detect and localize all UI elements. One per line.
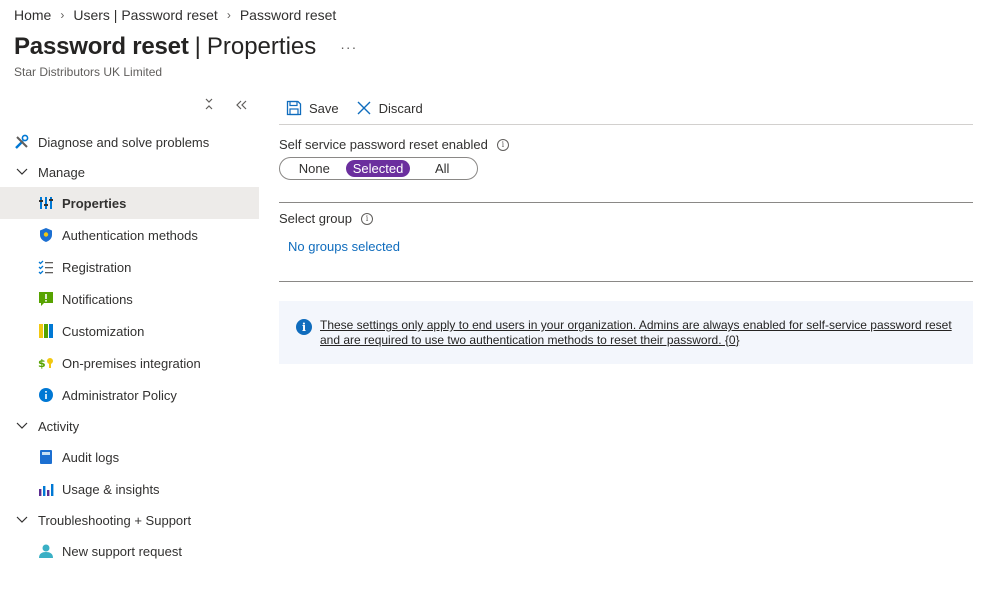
divider: [279, 281, 973, 282]
sidebar-controls: [204, 98, 248, 113]
sspr-label-text: Self service password reset enabled: [279, 137, 488, 152]
sidebar-item-label: On-premises integration: [62, 355, 201, 371]
sidebar-item-label: New support request: [62, 543, 182, 559]
notification-icon: [38, 291, 54, 307]
select-group-label-text: Select group: [279, 211, 352, 226]
info-banner: i These settings only apply to end users…: [279, 301, 973, 364]
sspr-option-none[interactable]: None: [283, 160, 346, 177]
sidebar-nav: Diagnose and solve problems Manage Prope…: [0, 127, 259, 567]
page-title: Password reset | Properties ···: [14, 33, 357, 61]
info-icon: i: [296, 319, 312, 335]
sspr-enabled-label: Self service password reset enabled i: [279, 137, 509, 152]
sidebar-item-label: Activity: [38, 418, 80, 434]
discard-button[interactable]: Discard: [356, 100, 423, 116]
info-tooltip-icon[interactable]: i: [496, 138, 509, 151]
sidebar-item-registration[interactable]: Registration: [0, 251, 259, 283]
sidebar-group-manage[interactable]: Manage: [0, 157, 259, 187]
sidebar-item-new-support-request[interactable]: New support request: [0, 535, 259, 567]
sidebar-item-label: Registration: [62, 259, 132, 275]
info-icon: [38, 387, 54, 403]
sidebar-item-label: Audit logs: [62, 449, 120, 465]
customization-icon: [38, 323, 54, 339]
sspr-option-all[interactable]: All: [410, 160, 474, 177]
page-title-strong: Password reset: [14, 33, 189, 60]
save-icon: [286, 100, 302, 116]
book-icon: [38, 449, 54, 465]
collapse-all-icon[interactable]: [204, 98, 214, 113]
chevron-down-icon: [14, 168, 30, 176]
info-banner-text[interactable]: These settings only apply to end users i…: [320, 318, 957, 348]
breadcrumb-password-reset[interactable]: Password reset: [240, 7, 336, 23]
more-options-button[interactable]: ···: [340, 39, 357, 55]
sidebar-item-label: Manage: [38, 164, 85, 180]
sidebar-item-on-premises-integration[interactable]: $ On-premises integration: [0, 347, 259, 379]
sidebar-item-label: Diagnose and solve problems: [38, 134, 210, 150]
sidebar-item-diagnose[interactable]: Diagnose and solve problems: [0, 127, 259, 157]
properties-icon: [38, 195, 54, 211]
sidebar-group-activity[interactable]: Activity: [0, 411, 259, 441]
shield-icon: [38, 227, 54, 243]
chevron-down-icon: [14, 422, 30, 430]
no-groups-selected-link[interactable]: No groups selected: [288, 239, 400, 254]
breadcrumb-users-password-reset[interactable]: Users | Password reset: [73, 7, 217, 23]
breadcrumb-home[interactable]: Home: [14, 7, 51, 23]
collapse-sidebar-icon[interactable]: [236, 98, 248, 113]
save-label: Save: [309, 100, 339, 116]
sspr-enabled-toggle: None Selected All: [279, 157, 478, 180]
discard-label: Discard: [378, 100, 423, 116]
page-title-light: Properties: [206, 33, 317, 60]
sidebar-item-label: Customization: [62, 323, 145, 339]
command-bar: Save Discard: [279, 92, 973, 125]
sidebar-item-properties[interactable]: Properties: [0, 187, 259, 219]
sidebar-item-usage-insights[interactable]: Usage & insights: [0, 473, 259, 505]
sidebar-item-notifications[interactable]: Notifications: [0, 283, 259, 315]
save-button[interactable]: Save: [286, 100, 339, 116]
wrench-icon: [14, 134, 30, 150]
breadcrumb-separator-icon: ›: [226, 8, 231, 22]
sidebar-item-label: Notifications: [62, 291, 133, 307]
svg-text:$: $: [38, 357, 46, 370]
chevron-down-icon: [14, 516, 30, 524]
support-person-icon: [38, 543, 54, 559]
tenant-name: Star Distributors UK Limited: [14, 65, 163, 79]
sidebar-item-label: Properties: [62, 195, 127, 211]
sspr-option-selected[interactable]: Selected: [345, 160, 411, 177]
breadcrumb: Home › Users | Password reset › Password…: [14, 7, 336, 23]
page-title-separator: |: [194, 33, 201, 60]
sidebar-item-audit-logs[interactable]: Audit logs: [0, 441, 259, 473]
select-group-label: Select group i: [279, 211, 373, 226]
divider: [279, 202, 973, 203]
onprem-icon: $: [38, 355, 54, 371]
sidebar-item-administrator-policy[interactable]: Administrator Policy: [0, 379, 259, 411]
sidebar-item-authentication-methods[interactable]: Authentication methods: [0, 219, 259, 251]
sidebar-item-label: Usage & insights: [62, 481, 160, 497]
sidebar-item-label: Authentication methods: [62, 227, 198, 243]
breadcrumb-separator-icon: ›: [60, 8, 65, 22]
sidebar-group-troubleshooting[interactable]: Troubleshooting + Support: [0, 505, 259, 535]
sidebar-item-label: Administrator Policy: [62, 387, 177, 403]
close-icon: [357, 101, 371, 115]
bar-chart-icon: [38, 481, 54, 497]
info-tooltip-icon[interactable]: i: [361, 212, 373, 225]
sidebar-item-customization[interactable]: Customization: [0, 315, 259, 347]
sidebar-item-label: Troubleshooting + Support: [38, 512, 192, 528]
checklist-icon: [38, 259, 54, 275]
